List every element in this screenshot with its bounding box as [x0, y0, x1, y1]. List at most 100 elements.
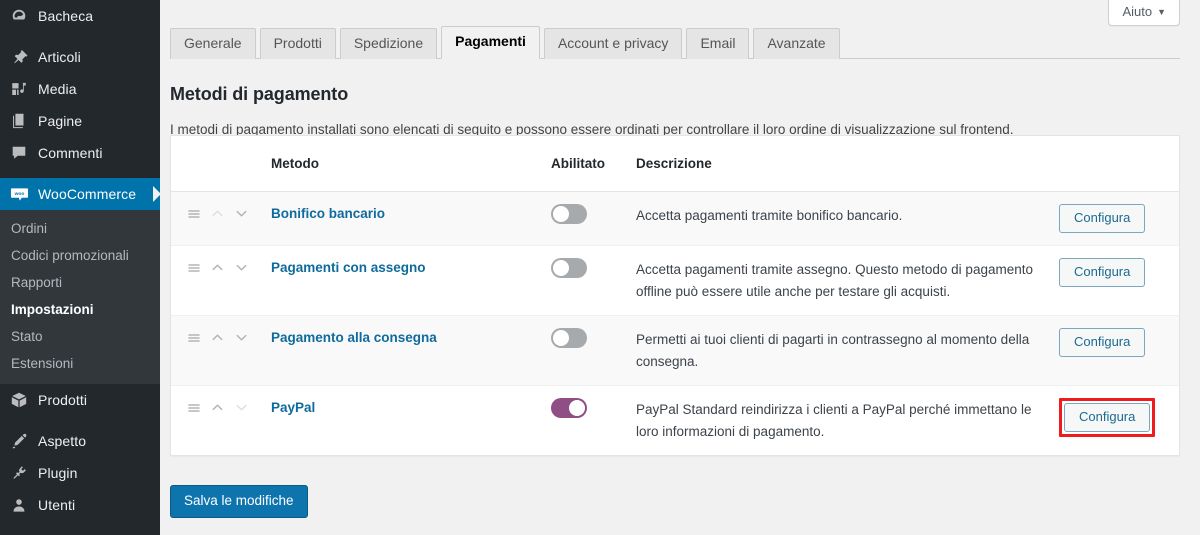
sidebar-item-label: Plugin	[38, 465, 78, 481]
row-method: Pagamento alla consegna	[271, 328, 551, 347]
sidebar-separator	[0, 32, 160, 41]
row-action: Configura	[1059, 328, 1179, 357]
move-up-icon[interactable]	[210, 260, 225, 275]
method-link[interactable]: Pagamento alla consegna	[271, 330, 437, 345]
method-link[interactable]: Pagamenti con assegno	[271, 260, 426, 275]
drag-handle-icon[interactable]	[187, 401, 201, 415]
submenu-item-stato[interactable]: Stato	[0, 323, 160, 350]
sidebar-secondary-menu: Prodotti Aspetto Plugin Utenti	[0, 384, 160, 521]
sidebar-primary-menu: Bacheca Articoli Media Pagine Commenti woo Woo…	[0, 0, 160, 210]
header-enabled: Abilitato	[551, 156, 605, 171]
sidebar-item-commenti[interactable]: Commenti	[0, 137, 160, 169]
tab-prodotti[interactable]: Prodotti	[259, 28, 336, 59]
submenu-item-estensioni[interactable]: Estensioni	[0, 350, 160, 377]
help-tab-button[interactable]: Aiuto ▼	[1108, 0, 1180, 26]
submenu-item-rapporti[interactable]: Rapporti	[0, 269, 160, 296]
row-sort-controls	[171, 258, 271, 275]
media-icon	[9, 79, 29, 99]
move-down-icon[interactable]	[234, 206, 249, 221]
move-up-icon[interactable]	[210, 330, 225, 345]
sidebar-item-pagine[interactable]: Pagine	[0, 105, 160, 137]
woocommerce-submenu: Ordini Codici promozionali Rapporti Imposta…	[0, 210, 160, 384]
tab-email[interactable]: Email	[686, 28, 750, 59]
row-method: PayPal	[271, 398, 551, 417]
row-description: PayPal Standard reindirizza i clienti a …	[636, 398, 1059, 443]
plug-icon	[9, 463, 29, 483]
drag-handle-icon[interactable]	[187, 261, 201, 275]
svg-text:woo: woo	[13, 192, 24, 197]
header-method: Metodo	[271, 156, 319, 171]
tab-pagamenti[interactable]: Pagamenti	[441, 26, 540, 59]
drag-handle-icon[interactable]	[187, 207, 201, 221]
toggle-knob	[553, 330, 569, 346]
table-body: Bonifico bancario Accetta pagamenti trami…	[171, 192, 1179, 455]
move-down-icon	[234, 400, 249, 415]
page-title: Metodi di pagamento	[170, 84, 349, 105]
woocommerce-icon: woo	[9, 184, 29, 204]
enable-toggle[interactable]	[551, 204, 587, 224]
sidebar-separator	[0, 416, 160, 425]
row-sort-controls	[171, 398, 271, 415]
sidebar-item-woocommerce[interactable]: woo WooCommerce	[0, 178, 160, 210]
tab-avanzate[interactable]: Avanzate	[753, 28, 840, 59]
sidebar-item-utenti[interactable]: Utenti	[0, 489, 160, 521]
help-tab-label: Aiuto	[1122, 4, 1153, 19]
submenu-item-ordini[interactable]: Ordini	[0, 215, 160, 242]
dashboard-icon	[9, 6, 29, 26]
table-row: PayPal PayPal Standard reindirizza i clie…	[171, 386, 1179, 455]
tab-account-e-privacy[interactable]: Account e privacy	[543, 28, 683, 59]
move-down-icon[interactable]	[234, 330, 249, 345]
move-up-icon[interactable]	[210, 400, 225, 415]
sidebar-item-aspetto[interactable]: Aspetto	[0, 425, 160, 457]
save-changes-button[interactable]: Salva le modifiche	[170, 485, 308, 518]
drag-handle-icon[interactable]	[187, 331, 201, 345]
sidebar-item-bacheca[interactable]: Bacheca	[0, 0, 160, 32]
submenu-item-codici-promozionali[interactable]: Codici promozionali	[0, 242, 160, 269]
sidebar-item-media[interactable]: Media	[0, 73, 160, 105]
row-action: Configura	[1059, 398, 1179, 437]
sidebar-item-prodotti[interactable]: Prodotti	[0, 384, 160, 416]
wordpress-admin-screen: Bacheca Articoli Media Pagine Commenti woo Woo…	[0, 0, 1200, 535]
sidebar-item-label: Utenti	[38, 497, 76, 513]
row-enabled	[551, 328, 636, 348]
row-action: Configura	[1059, 204, 1179, 233]
tab-generale[interactable]: Generale	[170, 28, 256, 59]
pin-icon	[9, 47, 29, 67]
sidebar-separator	[0, 169, 160, 178]
brush-icon	[9, 431, 29, 451]
sidebar-item-label: Articoli	[38, 49, 81, 65]
enable-toggle[interactable]	[551, 258, 587, 278]
configure-button[interactable]: Configura	[1064, 403, 1151, 432]
row-description: Permetti ai tuoi clienti di pagarti in c…	[636, 328, 1059, 373]
sidebar-item-plugin[interactable]: Plugin	[0, 457, 160, 489]
sidebar-item-label: Commenti	[38, 145, 103, 161]
enable-toggle[interactable]	[551, 398, 587, 418]
tab-spedizione[interactable]: Spedizione	[339, 28, 438, 59]
method-link[interactable]: PayPal	[271, 400, 315, 415]
submenu-item-impostazioni[interactable]: Impostazioni	[0, 296, 160, 323]
row-sort-controls	[171, 328, 271, 345]
row-sort-controls	[171, 204, 271, 221]
sidebar-item-articoli[interactable]: Articoli	[0, 41, 160, 73]
row-enabled	[551, 258, 636, 278]
toggle-knob	[553, 206, 569, 222]
configure-button[interactable]: Configura	[1059, 328, 1146, 357]
enable-toggle[interactable]	[551, 328, 587, 348]
description-text: Accetta pagamenti tramite assegno. Quest…	[636, 262, 1033, 299]
table-header-row: Metodo Abilitato Descrizione	[171, 136, 1179, 192]
method-link[interactable]: Bonifico bancario	[271, 206, 385, 221]
row-description: Accetta pagamenti tramite bonifico banca…	[636, 204, 1059, 227]
highlight-annotation: Configura	[1059, 398, 1156, 437]
header-description: Descrizione	[636, 156, 712, 171]
sidebar-item-label: Aspetto	[38, 433, 87, 449]
row-description: Accetta pagamenti tramite assegno. Quest…	[636, 258, 1059, 303]
toggle-knob	[569, 400, 585, 416]
table-row: Pagamento alla consegna Permetti ai tuoi …	[171, 316, 1179, 386]
configure-button[interactable]: Configura	[1059, 258, 1146, 287]
move-down-icon[interactable]	[234, 260, 249, 275]
configure-button[interactable]: Configura	[1059, 204, 1146, 233]
row-method: Bonifico bancario	[271, 204, 551, 223]
move-up-icon	[210, 206, 225, 221]
sidebar-item-label: Media	[38, 81, 77, 97]
row-enabled	[551, 398, 636, 418]
